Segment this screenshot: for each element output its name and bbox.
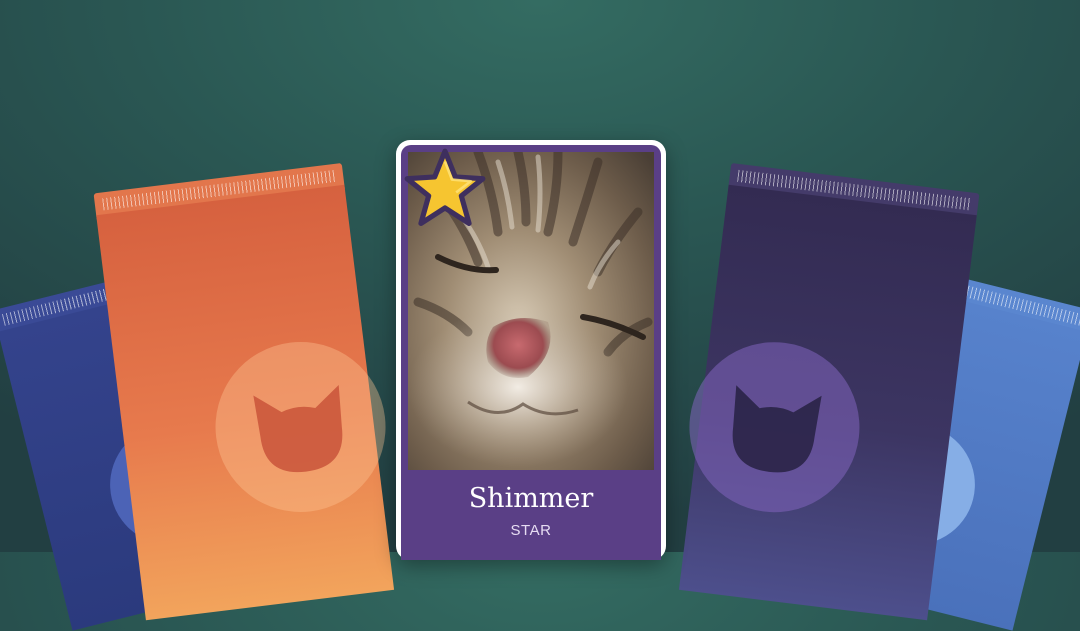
pack-opening-scene: Shimmer STAR <box>0 0 1080 631</box>
star-icon <box>404 148 486 226</box>
card-name: Shimmer <box>468 483 594 514</box>
pack-emblem <box>679 332 870 522</box>
cat-head-icon <box>253 384 343 473</box>
cat-head-icon <box>732 385 822 473</box>
pack-body <box>96 184 396 621</box>
pack-emblem <box>205 332 396 522</box>
pack-body <box>678 184 977 621</box>
card-rarity: STAR <box>510 522 552 539</box>
